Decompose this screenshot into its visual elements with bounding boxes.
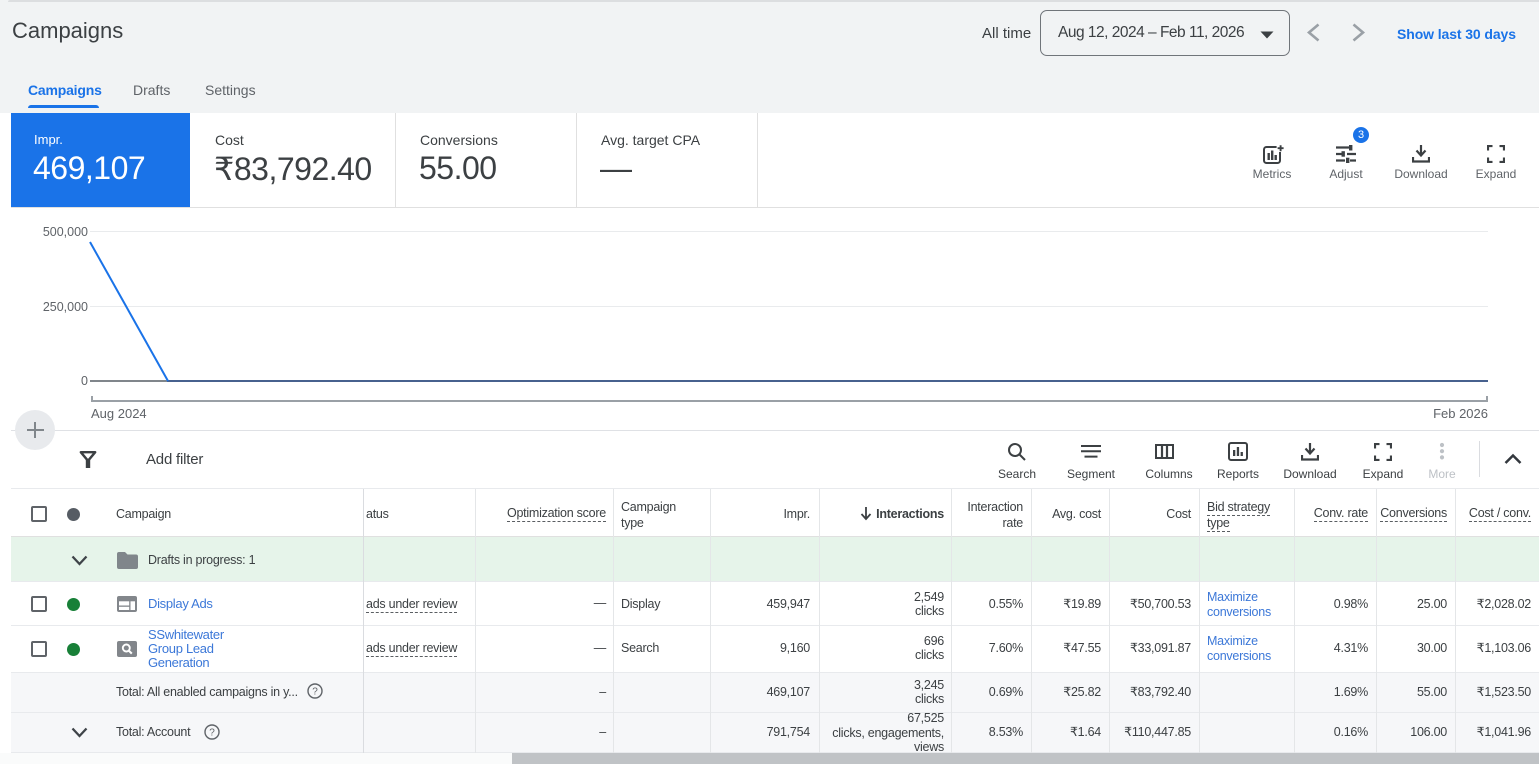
svg-text:?: ? <box>312 687 318 698</box>
svg-text:?: ? <box>209 728 215 739</box>
